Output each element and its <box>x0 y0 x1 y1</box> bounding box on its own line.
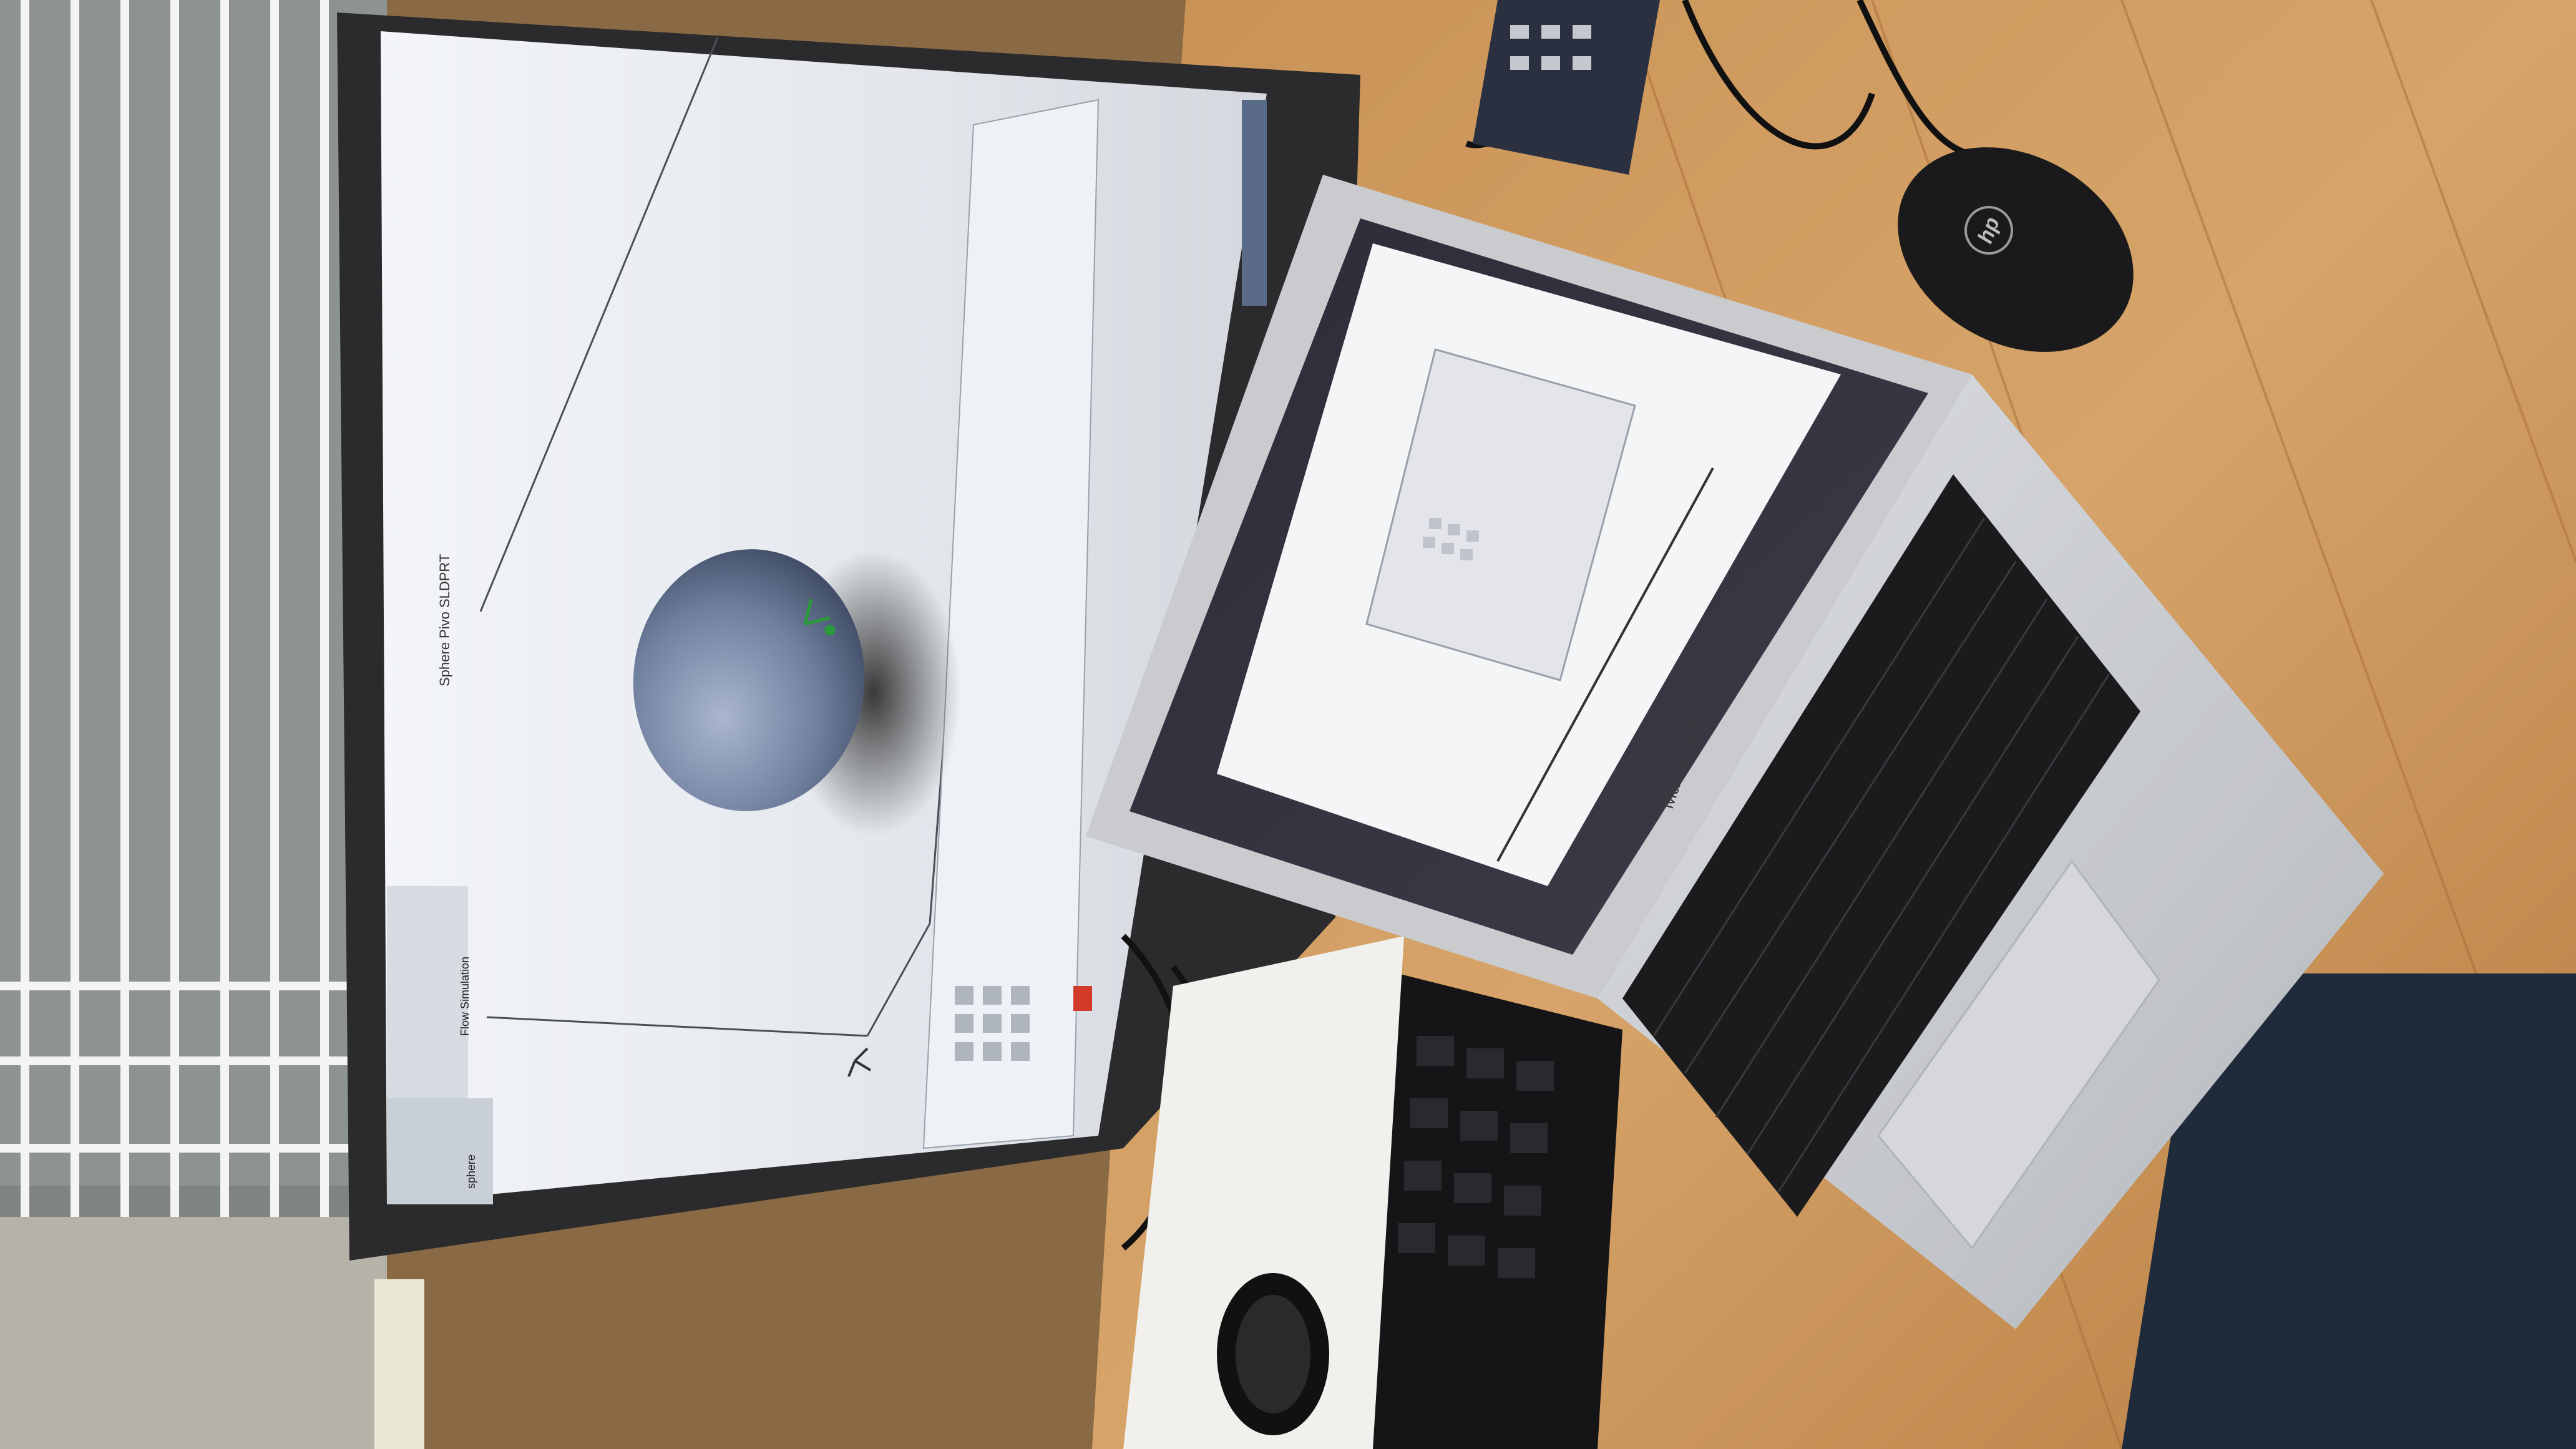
tape-roll <box>374 1279 424 1449</box>
photo-scene <box>0 0 2576 1449</box>
taskbar-icon <box>1073 986 1092 1011</box>
calculator <box>1473 0 1660 175</box>
windows-tray <box>1242 100 1267 306</box>
external-keyboard <box>1360 973 1622 1449</box>
feature-tree-item-sphere[interactable]: sphere <box>465 1154 478 1189</box>
cad-file-title: Sphere Pivo SLDPRT <box>437 554 452 686</box>
wall-bottom <box>0 1217 387 1449</box>
cad-tab-flow-simulation[interactable]: Flow Simulation <box>459 957 472 1036</box>
task-pane-icons <box>955 986 1030 1061</box>
